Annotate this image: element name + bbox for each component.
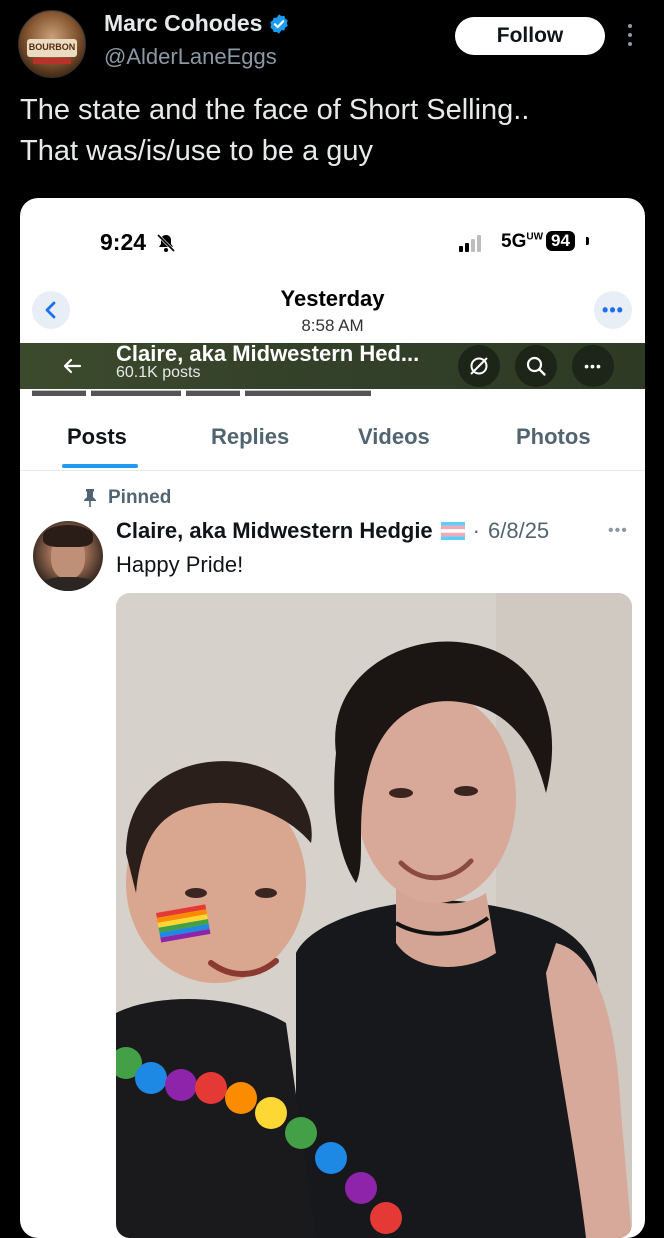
profile-post-count: 60.1K posts	[116, 364, 201, 381]
author-avatar[interactable]: BOURBON	[18, 10, 86, 78]
post-author-avatar[interactable]	[33, 521, 103, 591]
profile-more-button[interactable]: •••	[572, 345, 614, 387]
back-arrow-icon[interactable]	[60, 354, 84, 378]
follow-button[interactable]: Follow	[455, 17, 605, 55]
network-label: 5G	[501, 231, 527, 252]
search-button[interactable]	[515, 345, 557, 387]
network-type: 5GUW	[501, 231, 543, 253]
status-time: 9:24	[100, 229, 147, 255]
post-author-name[interactable]: Claire, aka Midwestern Hedgie	[116, 518, 433, 544]
pinned-label: Pinned	[108, 487, 172, 508]
post-more-icon[interactable]: •••	[608, 522, 628, 540]
message-date: Yesterday	[280, 286, 385, 311]
author-name[interactable]: Marc Cohodes	[104, 10, 262, 37]
messages-more-button[interactable]: •••	[594, 291, 632, 329]
grok-icon	[470, 357, 488, 375]
network-superscript: UW	[526, 231, 544, 243]
obscured-follow-stats: ▬▬▬ ▬▬▬▬▬ ▬▬▬ ▬▬▬▬▬▬▬	[32, 389, 372, 399]
profile-header-bar: Claire, aka Midwestern Hed... 60.1K post…	[20, 341, 645, 389]
tweet-text-line-1: The state and the face of Short Selling.…	[20, 94, 530, 126]
author-handle[interactable]: @AlderLaneEggs	[104, 44, 277, 70]
ellipsis-icon: •••	[584, 358, 602, 374]
tweet-text-line-2: That was/is/use to be a guy	[20, 135, 374, 167]
ellipsis-icon: •••	[602, 299, 624, 320]
trans-flag-icon	[440, 522, 465, 540]
post-date[interactable]: 6/8/25	[488, 518, 549, 544]
post-photo[interactable]	[116, 593, 632, 1238]
battery-level: 94	[546, 231, 575, 251]
embedded-screenshot[interactable]: 9:24 5GUW 94 Yesterday 8:58 AM ••• Clair…	[20, 198, 645, 1238]
post-separator: ·	[472, 518, 480, 543]
author-name-row[interactable]: Marc Cohodes	[104, 10, 290, 37]
pinned-row: Pinned	[82, 487, 171, 509]
grok-button[interactable]	[458, 345, 500, 387]
tab-replies[interactable]: Replies	[211, 424, 289, 450]
bell-muted-icon	[156, 233, 176, 253]
avatar-label: BOURBON	[28, 42, 76, 52]
battery-nub	[586, 237, 589, 245]
tab-photos[interactable]: Photos	[516, 424, 591, 450]
post-text: Happy Pride!	[116, 552, 244, 577]
cellular-signal-icon	[459, 234, 481, 252]
verified-badge-icon	[270, 13, 289, 34]
search-icon	[526, 356, 546, 376]
tab-videos[interactable]: Videos	[358, 424, 430, 450]
message-time: 8:58 AM	[301, 316, 364, 335]
photo-illustration	[116, 593, 632, 1238]
tab-posts[interactable]: Posts	[67, 424, 127, 450]
active-tab-indicator	[62, 464, 138, 468]
post-header: Claire, aka Midwestern Hedgie · 6/8/25	[116, 518, 549, 544]
profile-tabs: Posts Replies Videos Photos	[20, 410, 645, 471]
tweet-text: The state and the face of Short Selling.…	[20, 90, 640, 172]
more-options-icon[interactable]	[624, 24, 636, 50]
pin-icon	[84, 489, 96, 507]
